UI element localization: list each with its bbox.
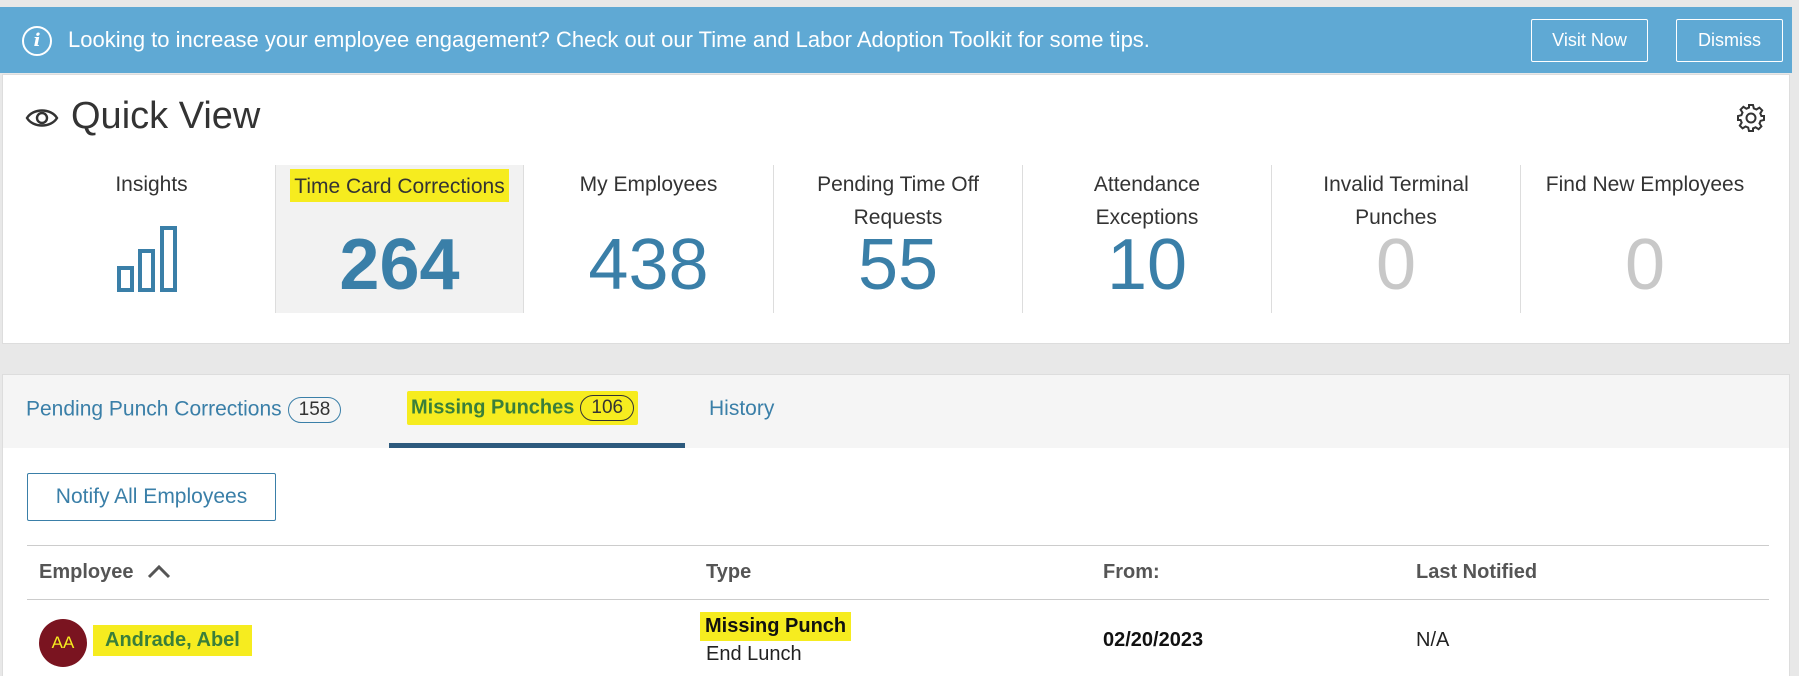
- divider: [27, 545, 1769, 546]
- tile-label: Invalid Terminal Punches: [1323, 173, 1469, 229]
- gear-icon[interactable]: [1736, 103, 1766, 133]
- tab-label: History: [709, 397, 775, 420]
- tile-find-new-employees[interactable]: Find New Employees 0: [1520, 165, 1769, 313]
- tab-bar: Pending Punch Corrections 158 Missing Pun…: [3, 375, 1789, 448]
- info-icon: i: [22, 26, 52, 56]
- tile-value: 10: [1106, 225, 1188, 305]
- tile-time-card-corrections[interactable]: Time Card Corrections 264: [275, 165, 524, 313]
- count-badge: 106: [580, 395, 635, 421]
- banner-message: Looking to increase your employee engage…: [68, 27, 1150, 52]
- tile-label: Time Card Corrections: [290, 169, 509, 202]
- punch-type: Missing Punch: [700, 612, 852, 641]
- quick-view-panel: Quick View Insights Time Card Correction…: [2, 74, 1790, 344]
- tile-label: Pending Time Off Requests: [817, 173, 979, 229]
- tile-value: 0: [1375, 225, 1417, 305]
- tile-label: My Employees: [579, 173, 718, 196]
- column-header-from[interactable]: From:: [1103, 561, 1160, 584]
- tile-value: 55: [857, 225, 939, 305]
- tile-label: Insights: [115, 173, 188, 196]
- column-header-employee[interactable]: Employee: [39, 561, 171, 584]
- tab-label: Missing Punches: [411, 396, 575, 419]
- notify-all-employees-button[interactable]: Notify All Employees: [27, 473, 276, 521]
- tile-label: Find New Employees: [1545, 173, 1745, 196]
- column-header-last-notified[interactable]: Last Notified: [1416, 561, 1537, 584]
- last-notified-value: N/A: [1416, 629, 1450, 651]
- tile-pending-time-off[interactable]: Pending Time Off Requests 55: [773, 165, 1022, 313]
- tile-value: 0: [1624, 225, 1666, 305]
- divider: [27, 599, 1769, 600]
- visit-now-button[interactable]: Visit Now: [1531, 19, 1648, 62]
- chevron-up-icon: [147, 564, 171, 579]
- tile-attendance-exceptions[interactable]: Attendance Exceptions 10: [1022, 165, 1271, 313]
- eye-icon: [25, 109, 59, 127]
- count-badge: 158: [287, 397, 342, 423]
- punch-panel: Pending Punch Corrections 158 Missing Pun…: [2, 374, 1790, 676]
- page-title: Quick View: [71, 95, 261, 137]
- tile-my-employees[interactable]: My Employees 438: [524, 165, 773, 313]
- tile-label: Attendance Exceptions: [1093, 173, 1201, 229]
- employee-name-link[interactable]: Andrade, Abel: [93, 625, 252, 656]
- avatar: AA: [39, 619, 87, 667]
- tab-label: Pending Punch Corrections: [26, 397, 282, 421]
- bar-chart-icon: [117, 226, 177, 292]
- tile-value: 438: [588, 225, 709, 305]
- punch-subtype: End Lunch: [706, 643, 802, 665]
- column-header-type[interactable]: Type: [706, 561, 751, 584]
- dismiss-button[interactable]: Dismiss: [1676, 19, 1783, 62]
- tab-missing-punches[interactable]: Missing Punches 106: [389, 375, 685, 448]
- tile-value: 264: [339, 225, 460, 305]
- tile-invalid-terminal-punches[interactable]: Invalid Terminal Punches 0: [1271, 165, 1520, 313]
- announcement-banner: i Looking to increase your employee enga…: [0, 7, 1792, 73]
- from-date: 02/20/2023: [1103, 629, 1204, 651]
- tab-history[interactable]: History: [709, 397, 774, 421]
- tab-pending-punch-corrections[interactable]: Pending Punch Corrections 158: [26, 397, 342, 423]
